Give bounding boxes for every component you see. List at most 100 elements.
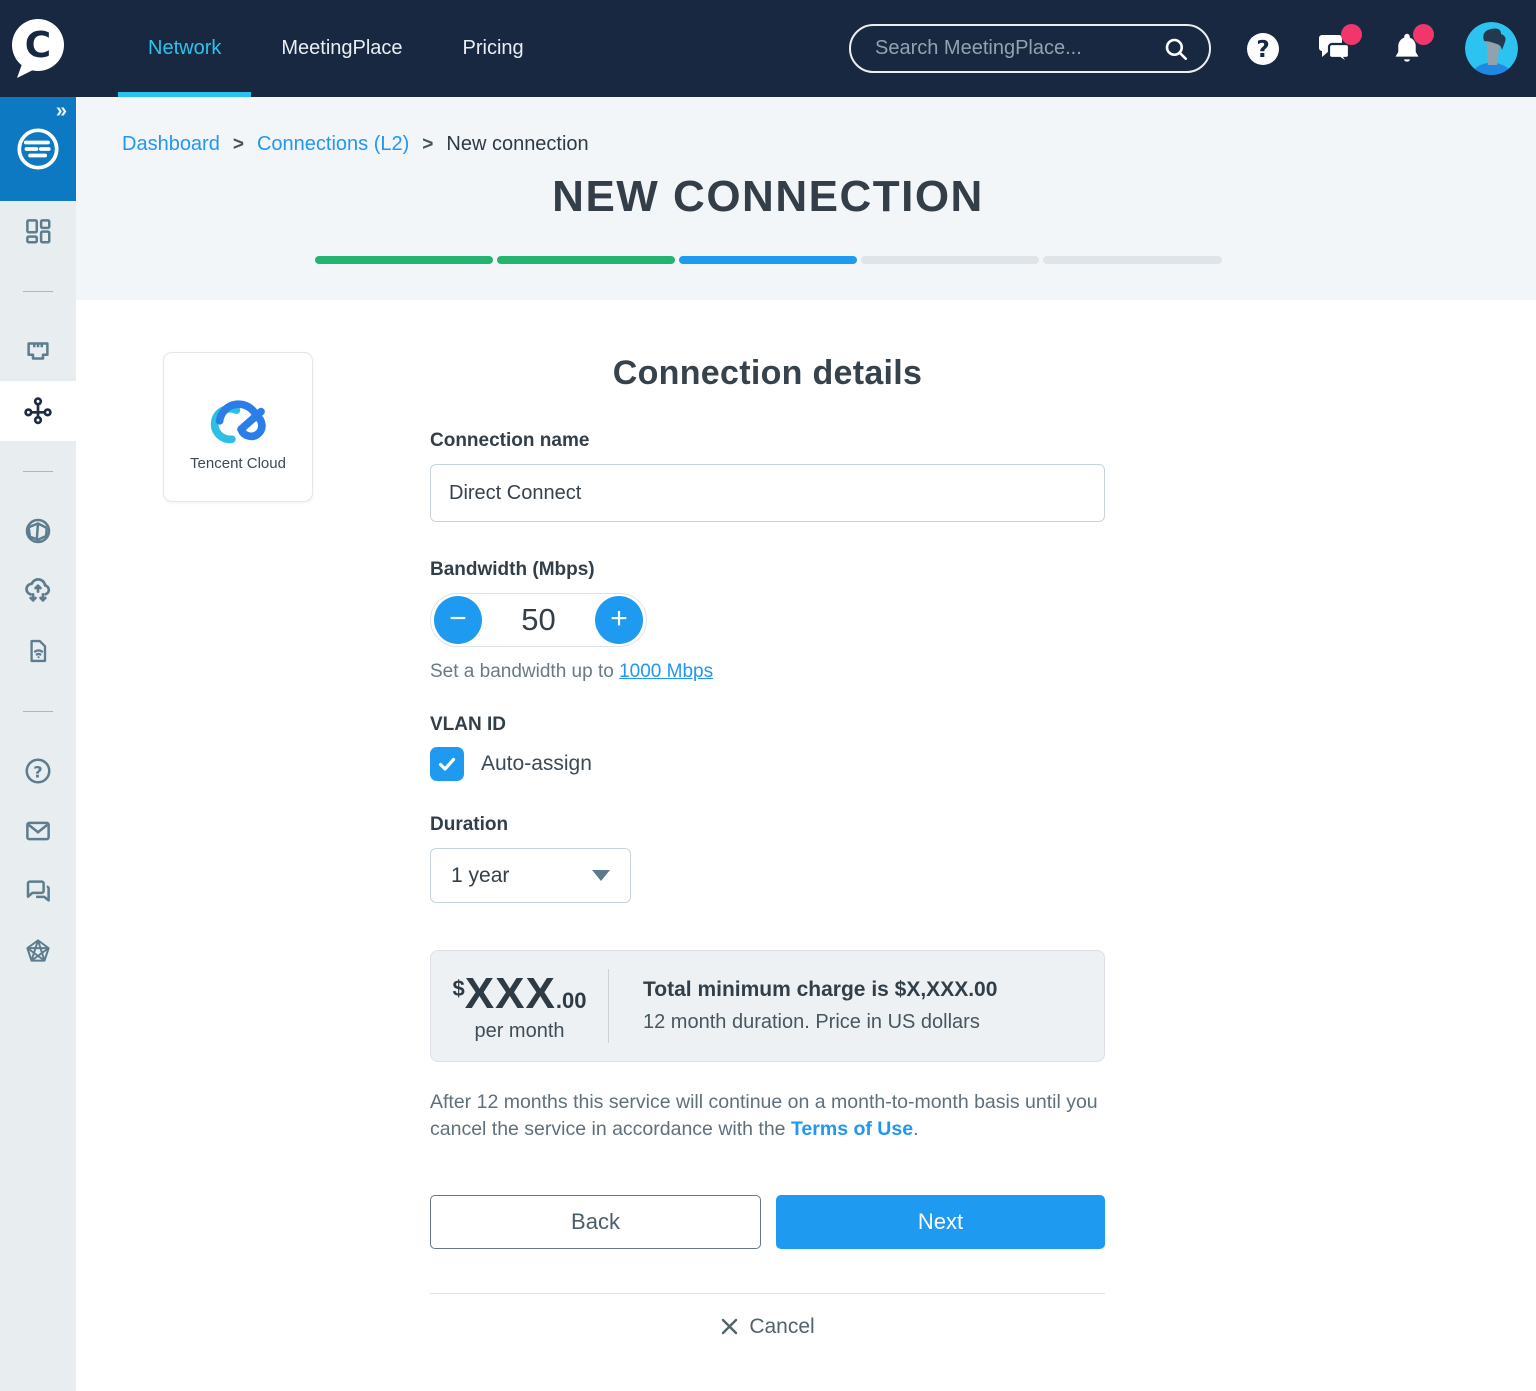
- progress-segment: [1043, 256, 1222, 264]
- brand-logo[interactable]: C: [0, 18, 76, 80]
- sidebar-item-dashboard[interactable]: [0, 201, 76, 261]
- cancel-label: Cancel: [749, 1314, 815, 1338]
- sidebar-item-chat[interactable]: [0, 861, 76, 921]
- nav-item-meetingplace[interactable]: MeetingPlace: [251, 0, 432, 97]
- connection-name-input[interactable]: [430, 464, 1105, 522]
- console-globe-icon: [17, 128, 59, 170]
- increase-bandwidth-button[interactable]: +: [594, 596, 643, 644]
- sidebar-divider: [0, 261, 76, 321]
- price-cents: .00: [555, 988, 587, 1013]
- form-content: Tencent Cloud Connection details Connect…: [76, 300, 1536, 1339]
- sidebar-divider: [0, 441, 76, 501]
- star-network-icon: [26, 939, 50, 962]
- dashboard-grid-icon: [26, 219, 51, 244]
- terms-of-use-link[interactable]: Terms of Use: [791, 1118, 913, 1140]
- sidebar-item-ports[interactable]: [0, 321, 76, 381]
- chevron-right-icon: >: [232, 133, 244, 155]
- search-input[interactable]: [875, 37, 1163, 60]
- cancel-button[interactable]: Cancel: [430, 1315, 1105, 1339]
- cloud-transfer-icon: [25, 578, 51, 602]
- price-period: per month: [474, 1020, 565, 1042]
- avatar-illustration: [1465, 22, 1518, 75]
- bandwidth-stepper: − 50 +: [430, 593, 647, 647]
- speech-bubble-c-icon: C: [12, 18, 64, 78]
- notifications-button[interactable]: [1387, 23, 1434, 69]
- price-summary-box: $XXX.00 per month Total minimum charge i…: [430, 950, 1105, 1062]
- vlan-label: VLAN ID: [430, 714, 506, 735]
- duration-select[interactable]: 1 year: [430, 848, 631, 903]
- breadcrumb-connections[interactable]: Connections (L2): [257, 133, 409, 156]
- vlan-auto-assign-row: Auto-assign: [430, 747, 1105, 781]
- tencent-cloud-logo-icon: [210, 400, 266, 444]
- terms-text: After 12 months this service will contin…: [430, 1091, 1098, 1141]
- network-nodes-icon: [24, 397, 52, 425]
- sidebar-item-marketplace[interactable]: [0, 921, 76, 981]
- close-icon: [722, 1318, 738, 1335]
- question-mark-icon: ?: [1247, 32, 1279, 65]
- auto-assign-checkbox[interactable]: [430, 747, 464, 781]
- decrease-bandwidth-button[interactable]: −: [434, 596, 482, 644]
- messages-badge: [1341, 23, 1362, 45]
- nav-item-network[interactable]: Network: [118, 0, 252, 97]
- sim-wifi-icon: [30, 639, 47, 663]
- user-avatar[interactable]: [1465, 22, 1518, 75]
- page-title: NEW CONNECTION: [552, 172, 984, 221]
- sidebar-item-help[interactable]: ?: [0, 741, 76, 801]
- sidebar-item-mail[interactable]: [0, 801, 76, 861]
- total-charge-line: Total minimum charge is $X,XXX.00: [643, 978, 998, 1001]
- bandwidth-value: 50: [521, 602, 556, 637]
- sidebar-item-iot-sim[interactable]: [0, 621, 76, 681]
- duration-detail-line: 12 month duration. Price in US dollars: [643, 1011, 980, 1033]
- progress-segment: [496, 256, 675, 264]
- next-button[interactable]: Next: [776, 1194, 1105, 1249]
- ethernet-port-icon: [27, 342, 49, 360]
- form-heading: Connection details: [612, 354, 923, 392]
- connection-form: Connection details Connection name Bandw…: [430, 300, 1105, 1339]
- breadcrumb-current: New connection: [446, 133, 589, 155]
- connection-name-label: Connection name: [430, 430, 590, 451]
- max-bandwidth-link[interactable]: 1000 Mbps: [619, 661, 713, 682]
- chevron-down-icon: [592, 870, 610, 881]
- progress-segment: [314, 256, 493, 264]
- svg-text:?: ?: [1256, 37, 1269, 63]
- monthly-price: $XXX.00 per month: [431, 969, 608, 1043]
- back-button[interactable]: Back: [430, 1194, 761, 1249]
- terms-paragraph: After 12 months this service will contin…: [430, 1089, 1105, 1144]
- globe-mesh-icon: [25, 518, 51, 544]
- progress-segment: [861, 256, 1040, 264]
- progress-bar: [314, 256, 1222, 264]
- sidebar-expand-icon[interactable]: »: [56, 100, 67, 123]
- page-header-band: Dashboard > Connections (L2) > New conne…: [76, 97, 1536, 300]
- sidebar-product-logo[interactable]: »: [0, 97, 76, 201]
- svg-text:C: C: [25, 25, 51, 66]
- help-button[interactable]: ?: [1243, 29, 1283, 69]
- search-box[interactable]: [849, 24, 1211, 73]
- chevron-right-icon: >: [422, 133, 434, 155]
- chat-bubbles-icon: [26, 880, 50, 902]
- footer-divider: [430, 1292, 1105, 1294]
- bandwidth-helper: Set a bandwidth up to 1000 Mbps: [430, 661, 1105, 683]
- form-actions: Back Next: [430, 1194, 1105, 1249]
- breadcrumb: Dashboard > Connections (L2) > New conne…: [122, 133, 589, 156]
- price-amount: XXX: [464, 969, 556, 1018]
- sidebar-item-connections[interactable]: [0, 381, 76, 441]
- help-circle-icon: ?: [25, 758, 51, 784]
- duration-value: 1 year: [451, 863, 510, 887]
- search-icon[interactable]: [1163, 36, 1189, 62]
- main-content: Dashboard > Connections (L2) > New conne…: [76, 97, 1536, 1391]
- left-sidebar: » ?: [0, 97, 76, 1391]
- terms-text-end: .: [913, 1118, 919, 1141]
- svg-text:?: ?: [33, 762, 42, 781]
- sidebar-item-cloud-exchange[interactable]: [0, 561, 76, 621]
- provider-name: Tencent Cloud: [190, 455, 286, 472]
- breadcrumb-dashboard[interactable]: Dashboard: [122, 133, 220, 156]
- bandwidth-label: Bandwidth (Mbps): [430, 559, 595, 580]
- currency-symbol: $: [452, 976, 465, 1001]
- nav-item-pricing[interactable]: Pricing: [433, 0, 554, 97]
- top-navigation-bar: C Network MeetingPlace Pricing ?: [0, 0, 1536, 97]
- messages-button[interactable]: [1315, 23, 1362, 69]
- sidebar-item-internet[interactable]: [0, 501, 76, 561]
- checkmark-icon: [438, 757, 456, 771]
- progress-segment: [678, 256, 858, 264]
- duration-label: Duration: [430, 814, 509, 835]
